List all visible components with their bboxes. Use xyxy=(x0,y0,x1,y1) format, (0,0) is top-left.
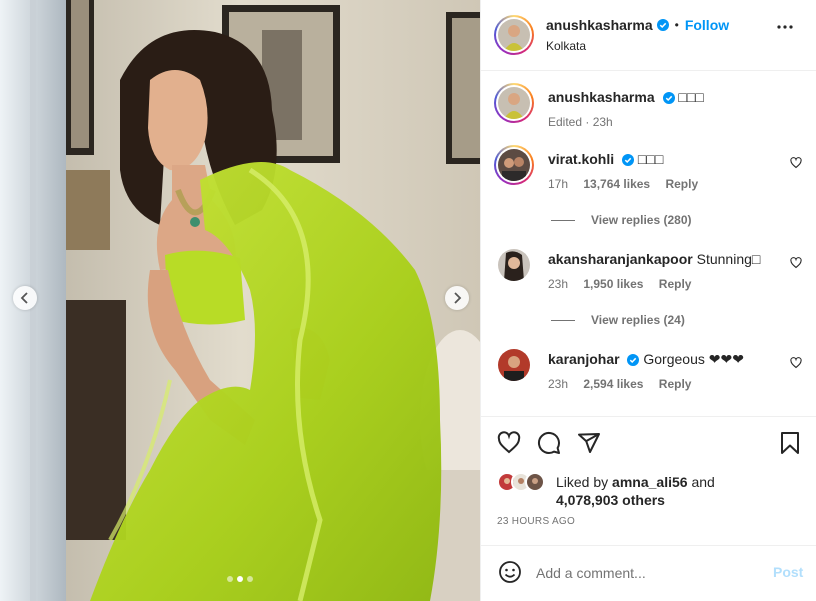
verified-badge-icon xyxy=(622,154,635,166)
liked-by-avatars[interactable] xyxy=(497,472,545,492)
liked-by-user[interactable]: amna_ali56 xyxy=(612,474,688,490)
post-actions: Liked by amna_ali56 and 4,078,903 others… xyxy=(481,416,816,546)
comment-like-heart-icon[interactable] xyxy=(790,357,802,369)
view-replies-button[interactable]: View replies (280) xyxy=(551,213,692,227)
carousel-indicator xyxy=(227,576,253,582)
liked-by-text: Liked by amna_ali56 and 4,078,903 others xyxy=(556,473,715,509)
liked-by-and: and xyxy=(691,474,715,490)
comment-like-heart-icon[interactable] xyxy=(790,257,802,269)
comment-likes[interactable]: 1,950 likes xyxy=(583,277,643,291)
post-caption: anushkasharma □□□ Edited · 23h xyxy=(494,83,814,133)
carousel-dot-active xyxy=(237,576,243,582)
liked-by-prefix: Liked by xyxy=(556,474,609,490)
comments-list: anushkasharma □□□ Edited · 23h virat.koh… xyxy=(481,71,816,416)
carousel-next-button[interactable] xyxy=(445,286,469,310)
comment-item: akansharanjankapoor Stunning□ 23h 1,950 … xyxy=(494,245,814,295)
post-header: anushkasharma • Follow Kolkata xyxy=(481,0,816,71)
comment-text: Stunning□ xyxy=(696,251,761,267)
comment-likes[interactable]: 2,594 likes xyxy=(583,377,643,391)
header-separator: • xyxy=(674,18,679,32)
bookmark-icon[interactable] xyxy=(779,431,801,455)
view-replies-label: View replies (24) xyxy=(591,313,685,327)
verified-badge-icon xyxy=(662,92,675,104)
commenter-avatar-image xyxy=(498,249,530,281)
carousel-prev-button[interactable] xyxy=(13,286,37,310)
comment-icon[interactable] xyxy=(537,431,561,455)
commenter-avatar-image xyxy=(498,149,530,181)
commenter-avatar-image xyxy=(498,349,530,381)
comment-likes[interactable]: 13,764 likes xyxy=(583,177,650,191)
commenter-username[interactable]: akansharanjankapoor xyxy=(548,251,693,267)
commenter-avatar[interactable] xyxy=(498,349,530,381)
caption-avatar-image xyxy=(498,87,530,119)
comment-time[interactable]: 23h xyxy=(548,377,568,391)
author-avatar[interactable] xyxy=(494,15,534,55)
reply-button[interactable]: Reply xyxy=(659,277,692,291)
author-username[interactable]: anushkasharma xyxy=(546,17,653,33)
view-replies-label: View replies (280) xyxy=(591,213,692,227)
comment-text: □□□ xyxy=(637,151,664,167)
comment-text: Gorgeous ❤❤❤ xyxy=(643,351,744,367)
comment-time[interactable]: 23h xyxy=(548,277,568,291)
caption-username[interactable]: anushkasharma xyxy=(548,89,655,105)
comment-item: karanjohar Gorgeous ❤❤❤ 23h 2,594 likes … xyxy=(494,345,814,395)
commenter-username[interactable]: virat.kohli xyxy=(548,151,614,167)
liker-avatar xyxy=(525,472,545,492)
reply-button[interactable]: Reply xyxy=(665,177,698,191)
caption-text: □□□ xyxy=(678,89,704,105)
reply-button[interactable]: Reply xyxy=(659,377,692,391)
commenter-avatar[interactable] xyxy=(498,249,530,281)
post-side-panel: anushkasharma • Follow Kolkata anushkash… xyxy=(480,0,816,601)
carousel-dot xyxy=(227,576,233,582)
heart-icon[interactable] xyxy=(497,431,521,455)
caption-meta: Edited · 23h xyxy=(548,115,613,129)
more-options-icon[interactable] xyxy=(777,25,793,29)
post-comment-button[interactable]: Post xyxy=(773,564,803,580)
likes-count[interactable]: 4,078,903 others xyxy=(556,492,665,508)
view-replies-line xyxy=(551,319,575,321)
comment-time[interactable]: 17h xyxy=(548,177,568,191)
add-comment-bar: Post xyxy=(481,546,816,601)
view-replies-line xyxy=(551,219,575,221)
chevron-left-icon xyxy=(20,292,28,304)
post-photo xyxy=(0,0,480,601)
commenter-avatar[interactable] xyxy=(494,145,534,185)
follow-button[interactable]: Follow xyxy=(685,17,729,33)
author-avatar-image xyxy=(498,19,530,51)
verified-badge-icon xyxy=(656,19,669,31)
verified-badge-icon xyxy=(627,354,640,366)
chevron-right-icon xyxy=(454,292,462,304)
carousel-dot xyxy=(247,576,253,582)
emoji-icon[interactable] xyxy=(498,560,522,584)
share-icon[interactable] xyxy=(577,431,601,455)
post-timestamp[interactable]: 23 HOURS AGO xyxy=(497,516,575,527)
commenter-username[interactable]: karanjohar xyxy=(548,351,620,367)
caption-avatar[interactable] xyxy=(494,83,534,123)
view-replies-button[interactable]: View replies (24) xyxy=(551,313,685,327)
post-media xyxy=(0,0,480,601)
post-location[interactable]: Kolkata xyxy=(546,39,586,53)
add-comment-input[interactable] xyxy=(536,562,756,584)
comment-like-heart-icon[interactable] xyxy=(790,157,802,169)
comment-item: virat.kohli □□□ 17h 13,764 likes Reply xyxy=(494,145,814,195)
